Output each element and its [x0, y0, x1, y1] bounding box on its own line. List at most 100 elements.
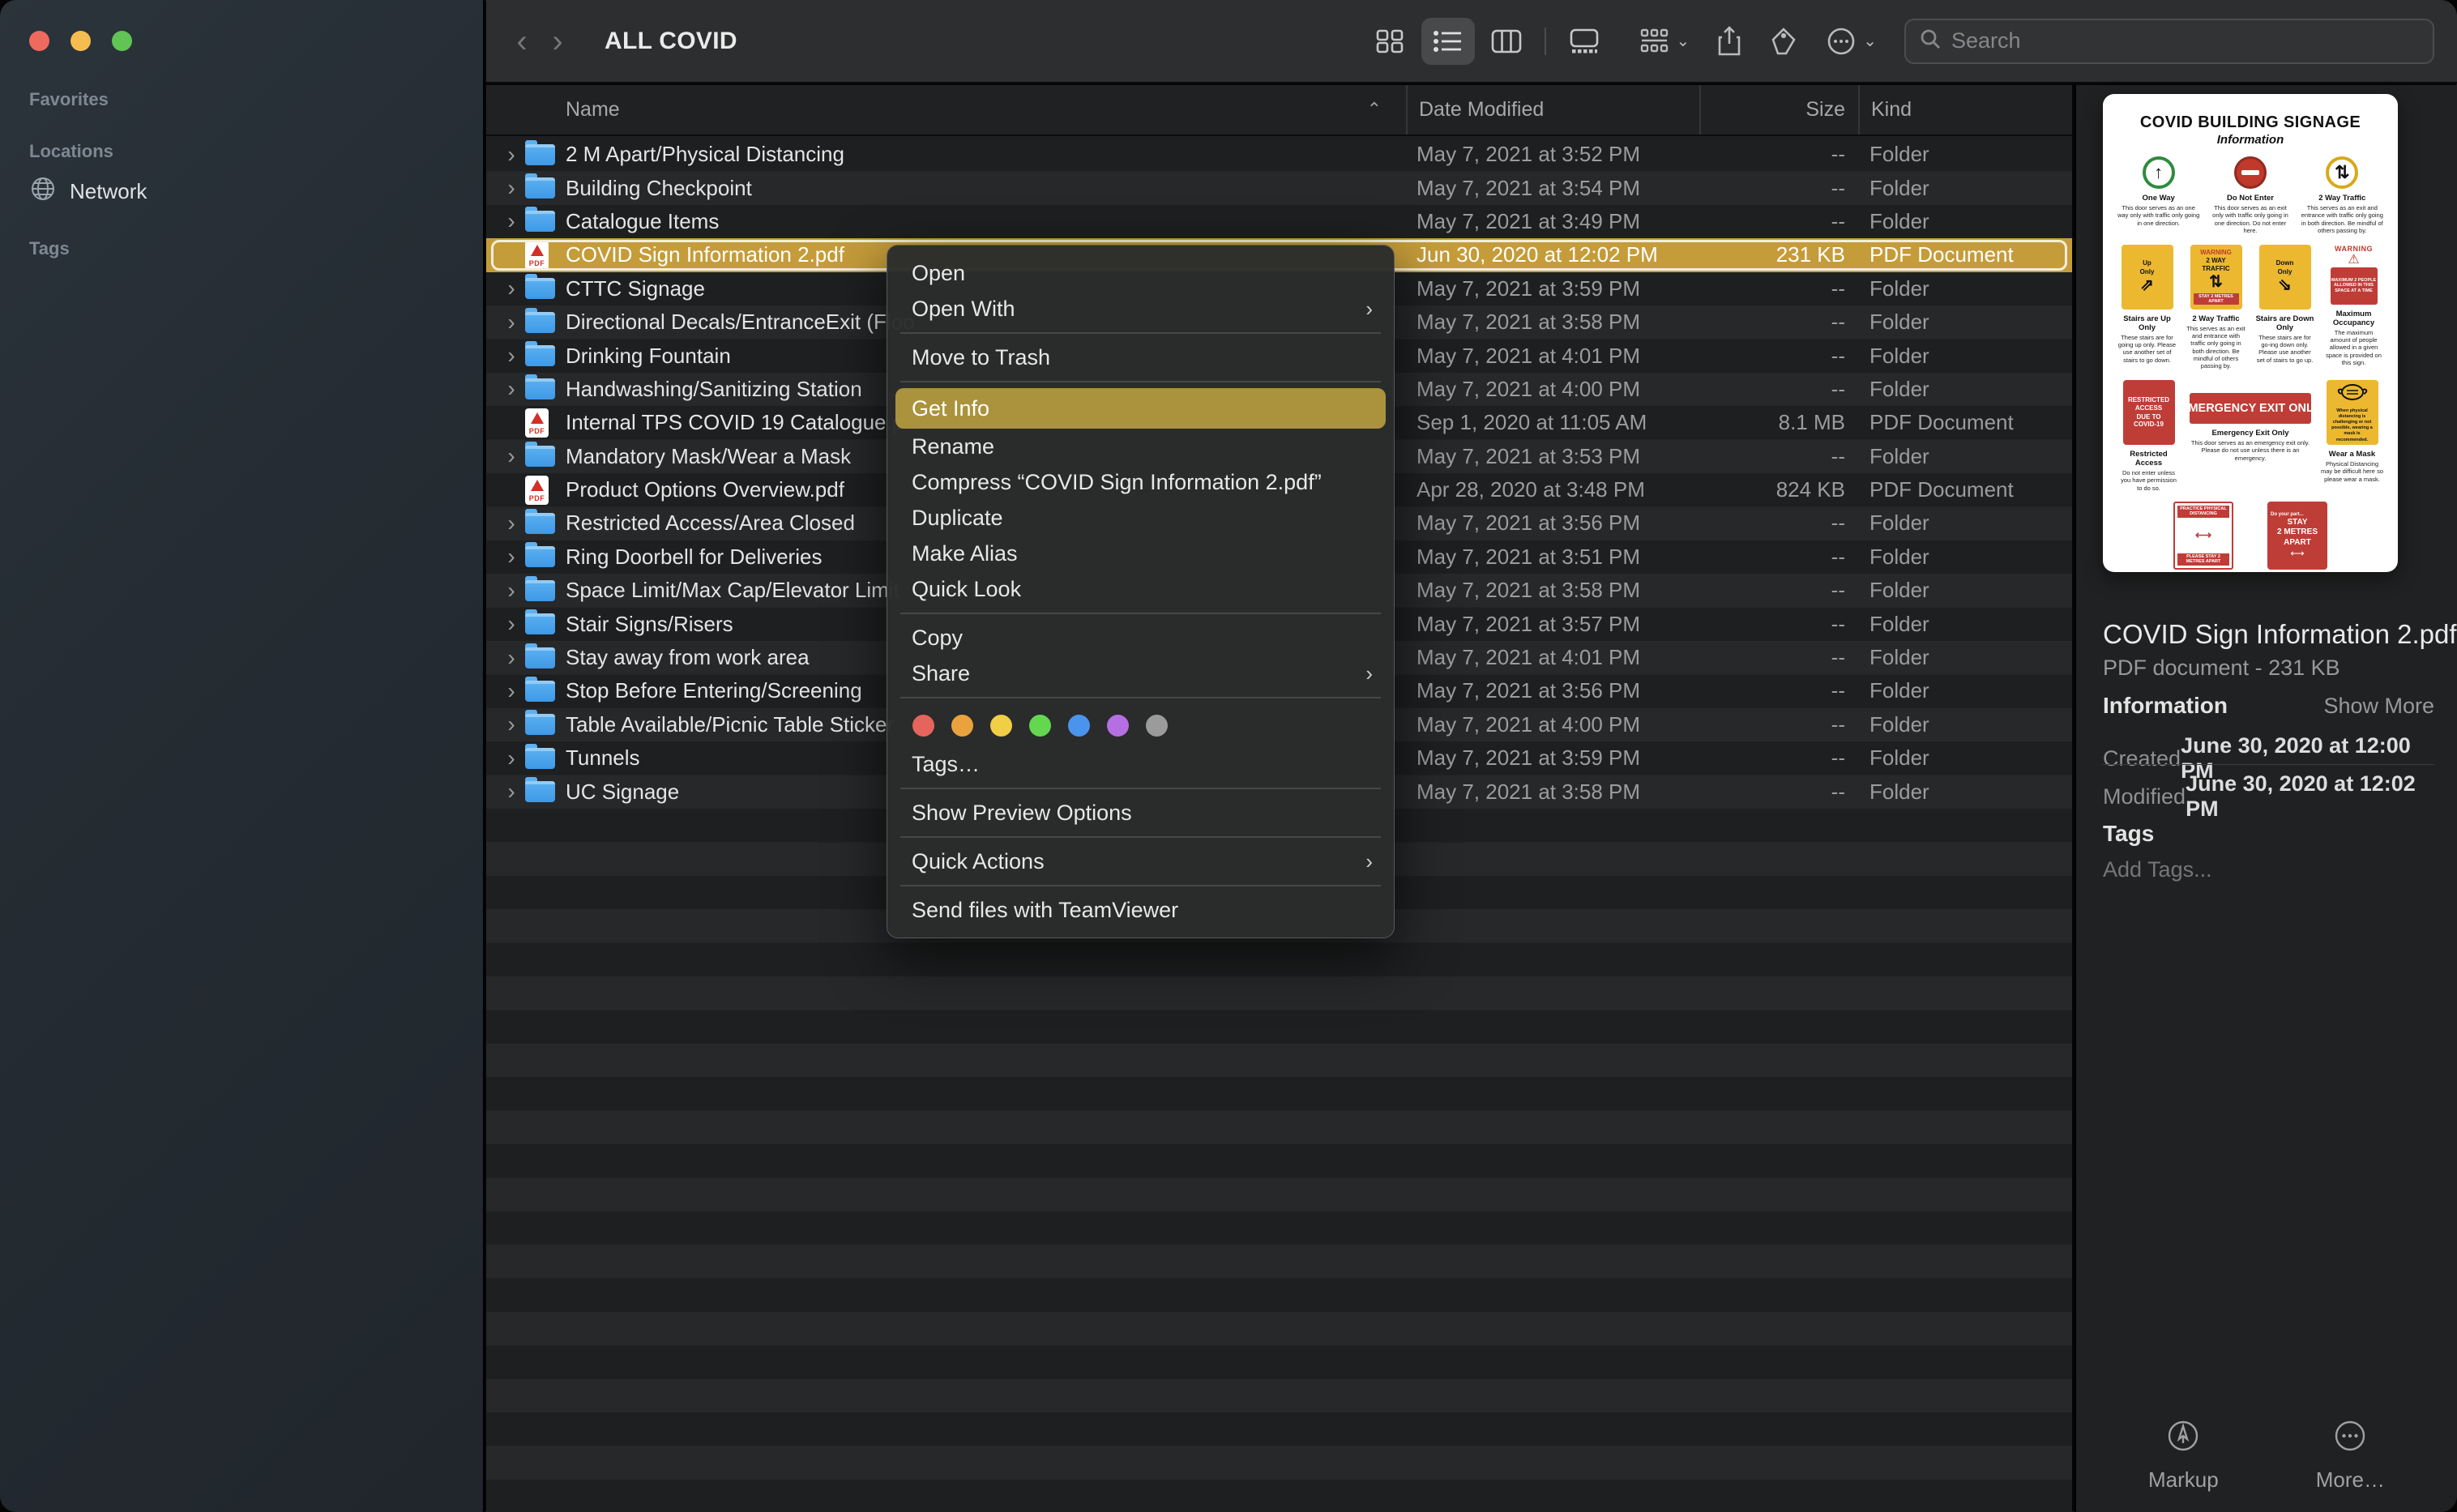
menu-item-rename[interactable]: Rename: [887, 429, 1394, 464]
tag-color-dot[interactable]: [990, 715, 1012, 737]
back-button[interactable]: ‹: [504, 19, 540, 64]
markup-label: Markup: [2148, 1467, 2219, 1493]
more-button[interactable]: More…: [2316, 1418, 2385, 1493]
window-title: ALL COVID: [605, 28, 737, 55]
close-button[interactable]: [29, 31, 49, 51]
file-name: Catalogue Items: [566, 209, 719, 234]
disclosure-chevron-icon[interactable]: ›: [498, 343, 525, 369]
menu-item-duplicate[interactable]: Duplicate: [887, 500, 1394, 536]
pdf-thumbnail[interactable]: COVID BUILDING SIGNAGEInformation↑One Wa…: [2103, 94, 2398, 572]
disclosure-chevron-icon[interactable]: ›: [498, 779, 525, 805]
sign: UpOnly⇗Stairs are Up OnlyThese stairs ar…: [2117, 245, 2177, 365]
disclosure-chevron-icon[interactable]: ›: [498, 745, 525, 771]
tag-button[interactable]: [1769, 27, 1798, 56]
table-row[interactable]: › Building Checkpoint May 7, 2021 at 3:5…: [486, 171, 2072, 204]
folder-icon: [525, 446, 555, 467]
disclosure-chevron-icon[interactable]: ›: [498, 310, 525, 335]
tag-color-row: [887, 704, 1394, 746]
modified-value: June 30, 2020 at 12:02 PM: [2186, 771, 2434, 822]
markup-button[interactable]: Markup: [2148, 1418, 2219, 1493]
tag-color-dot[interactable]: [912, 715, 934, 737]
file-date-modified: Sep 1, 2020 at 11:05 AM: [1406, 406, 1699, 439]
file-kind: PDF Document: [1858, 238, 2072, 271]
pdf-file-icon: PDF: [525, 408, 549, 438]
file-date-modified: May 7, 2021 at 3:56 PM: [1406, 674, 1699, 707]
file-date-modified: May 7, 2021 at 3:53 PM: [1406, 440, 1699, 473]
tag-color-dot[interactable]: [1107, 715, 1129, 737]
list-view-button[interactable]: [1421, 18, 1475, 65]
menu-item-send-files-with-teamviewer[interactable]: Send files with TeamViewer: [887, 892, 1394, 928]
column-header-name[interactable]: Name ⌃: [486, 85, 1406, 135]
file-name: Product Options Overview.pdf: [566, 477, 844, 502]
view-switcher: [1363, 18, 1611, 65]
menu-item-open-with[interactable]: Open With›: [887, 291, 1394, 327]
file-date-modified: May 7, 2021 at 3:58 PM: [1406, 775, 1699, 808]
disclosure-chevron-icon[interactable]: ›: [498, 711, 525, 737]
menu-item-move-to-trash[interactable]: Move to Trash: [887, 340, 1394, 375]
menu-item-quick-look[interactable]: Quick Look: [887, 571, 1394, 607]
disclosure-chevron-icon[interactable]: ›: [498, 142, 525, 168]
ellipsis-circle-icon: [2332, 1418, 2368, 1459]
file-name: Table Available/Picnic Table Sticker: [566, 712, 894, 737]
modified-label: Modified: [2103, 784, 2186, 809]
minimize-button[interactable]: [71, 31, 91, 51]
column-header-kind[interactable]: Kind: [1858, 85, 2072, 135]
zoom-button[interactable]: [112, 31, 132, 51]
forward-button[interactable]: ›: [540, 19, 575, 64]
column-header-date-modified[interactable]: Date Modified: [1406, 85, 1699, 135]
tag-color-dot[interactable]: [1068, 715, 1090, 737]
disclosure-chevron-icon[interactable]: ›: [498, 544, 525, 570]
menu-item-copy[interactable]: Copy: [887, 620, 1394, 656]
disclosure-chevron-icon[interactable]: ›: [498, 376, 525, 402]
menu-item-open[interactable]: Open: [887, 255, 1394, 291]
menu-item-quick-actions[interactable]: Quick Actions›: [887, 844, 1394, 879]
file-name: Internal TPS COVID 19 Catalogue.pdf: [566, 410, 921, 435]
divider: [2103, 764, 2434, 765]
file-kind: Folder: [1858, 339, 2072, 372]
tag-color-dot[interactable]: [1146, 715, 1168, 737]
sign-art: RESTRICTEDACCESSDUE TO COVID-19: [2123, 380, 2175, 445]
menu-item-tags[interactable]: Tags…: [887, 746, 1394, 782]
share-button[interactable]: [1717, 26, 1741, 57]
disclosure-chevron-icon[interactable]: ›: [498, 645, 525, 671]
disclosure-chevron-icon[interactable]: ›: [498, 510, 525, 536]
column-view-button[interactable]: [1480, 18, 1533, 65]
pdf-subtitle: Information: [2117, 133, 2383, 147]
disclosure-chevron-icon[interactable]: ›: [498, 678, 525, 704]
sidebar-item-network[interactable]: Network: [29, 175, 147, 208]
file-name: Stair Signs/Risers: [566, 612, 733, 637]
disclosure-chevron-icon[interactable]: ›: [498, 175, 525, 201]
disclosure-chevron-icon[interactable]: ›: [498, 275, 525, 301]
preview-filename: COVID Sign Information 2.pdf: [2103, 619, 2457, 650]
disclosure-chevron-icon[interactable]: ›: [498, 208, 525, 234]
file-date-modified: May 7, 2021 at 3:58 PM: [1406, 305, 1699, 339]
created-label: Created: [2103, 746, 2181, 771]
menu-item-share[interactable]: Share›: [887, 656, 1394, 691]
table-row[interactable]: › 2 M Apart/Physical Distancing May 7, 2…: [486, 138, 2072, 171]
more-actions-button[interactable]: ⌄: [1826, 26, 1877, 57]
disclosure-chevron-icon[interactable]: ›: [498, 578, 525, 604]
menu-item-compress-covid-sign-information-pdf[interactable]: Compress “COVID Sign Information 2.pdf”: [887, 464, 1394, 500]
add-tags-field[interactable]: Add Tags...: [2103, 857, 2212, 882]
sign: WARNING2 WAY TRAFFIC⇅STAY 2 METRES APART…: [2186, 245, 2245, 370]
disclosure-chevron-icon[interactable]: ›: [498, 443, 525, 469]
file-size: 231 KB: [1699, 238, 1858, 271]
menu-item-make-alias[interactable]: Make Alias: [887, 536, 1394, 571]
menu-item-get-info[interactable]: Get Info: [895, 388, 1386, 429]
tags-header: Tags: [2103, 821, 2154, 847]
column-header-size[interactable]: Size: [1699, 85, 1858, 135]
file-name: Restricted Access/Area Closed: [566, 510, 855, 536]
search-field[interactable]: Search: [1904, 19, 2434, 64]
icon-view-button[interactable]: [1363, 18, 1417, 65]
globe-icon: [29, 175, 57, 208]
menu-item-show-preview-options[interactable]: Show Preview Options: [887, 795, 1394, 831]
disclosure-chevron-icon[interactable]: ›: [498, 611, 525, 637]
show-more-link[interactable]: Show More: [2323, 694, 2434, 719]
gallery-view-button[interactable]: [1558, 18, 1611, 65]
group-by-button[interactable]: ⌄: [1640, 28, 1690, 54]
file-name: Stop Before Entering/Screening: [566, 678, 862, 703]
table-row[interactable]: › Catalogue Items May 7, 2021 at 3:49 PM…: [486, 205, 2072, 238]
tag-color-dot[interactable]: [1029, 715, 1051, 737]
tag-color-dot[interactable]: [951, 715, 973, 737]
sign: ⇅2 Way TrafficThis serves as an exit and…: [2301, 156, 2383, 235]
